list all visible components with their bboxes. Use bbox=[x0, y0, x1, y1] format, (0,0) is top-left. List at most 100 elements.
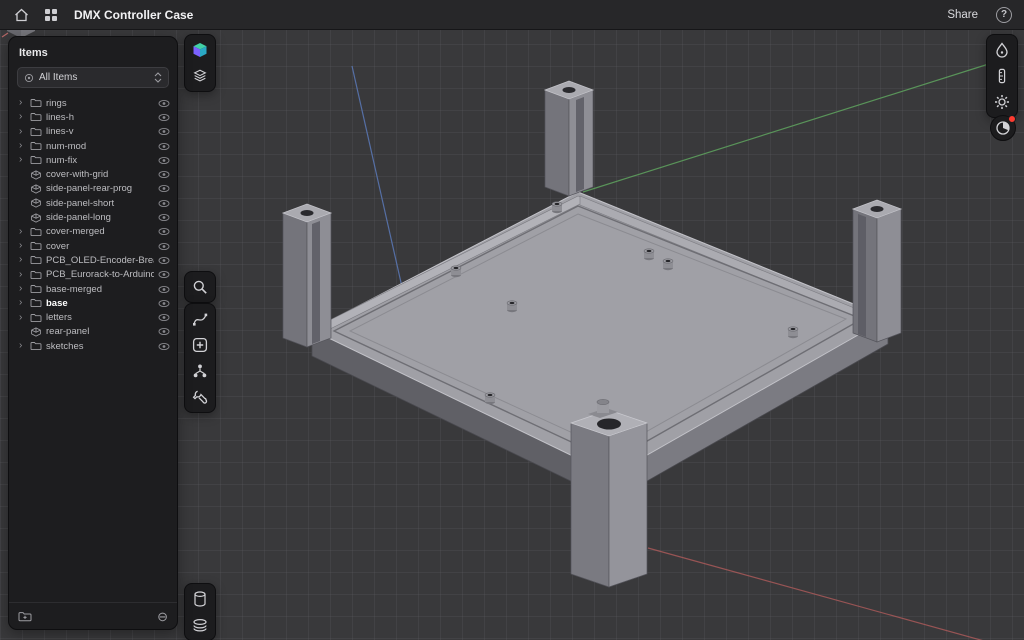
sync-status-button[interactable] bbox=[990, 115, 1016, 141]
visibility-eye-icon[interactable] bbox=[158, 313, 170, 322]
hierarchy-tool-button[interactable] bbox=[188, 359, 212, 383]
projects-button[interactable] bbox=[42, 6, 60, 24]
chevron-right-icon[interactable]: › bbox=[19, 127, 26, 137]
list-item[interactable]: › side-panel-short bbox=[9, 196, 177, 210]
visibility-eye-icon[interactable] bbox=[158, 327, 170, 336]
list-item[interactable]: › rings bbox=[9, 96, 177, 110]
adjust-tool-button[interactable] bbox=[188, 385, 212, 409]
add-tool-button[interactable] bbox=[188, 333, 212, 357]
list-item[interactable]: › letters bbox=[9, 310, 177, 324]
visibility-eye-icon[interactable] bbox=[158, 285, 170, 294]
list-item[interactable]: › rear-panel bbox=[9, 325, 177, 339]
home-button[interactable] bbox=[12, 6, 30, 24]
body-icon bbox=[30, 184, 42, 194]
chevron-right-icon[interactable]: › bbox=[19, 298, 26, 308]
item-label: sketches bbox=[46, 341, 154, 352]
list-item[interactable]: › lines-v bbox=[9, 125, 177, 139]
visibility-eye-icon[interactable] bbox=[158, 227, 170, 236]
document-title: DMX Controller Case bbox=[74, 8, 193, 22]
visibility-eye-icon[interactable] bbox=[158, 199, 170, 208]
visibility-eye-icon[interactable] bbox=[158, 170, 170, 179]
chevron-right-icon[interactable]: › bbox=[19, 313, 26, 323]
folder-icon bbox=[30, 127, 42, 137]
folder-icon bbox=[30, 270, 42, 280]
chevron-right-icon[interactable]: › bbox=[19, 112, 26, 122]
visibility-eye-icon[interactable] bbox=[158, 184, 170, 193]
list-item[interactable]: › lines-h bbox=[9, 110, 177, 124]
list-item[interactable]: › cover bbox=[9, 239, 177, 253]
bodies-display-button[interactable] bbox=[188, 587, 212, 611]
body-icon bbox=[30, 327, 42, 337]
topbar: DMX Controller Case Share ? bbox=[0, 0, 1024, 30]
orientation-cube-button[interactable] bbox=[188, 38, 212, 62]
items-panel-title: Items bbox=[9, 37, 177, 65]
list-item[interactable]: › sketches bbox=[9, 339, 177, 353]
item-label: side-panel-long bbox=[46, 212, 154, 223]
share-button[interactable]: Share bbox=[941, 7, 984, 23]
chevron-right-icon[interactable]: › bbox=[19, 227, 26, 237]
visibility-eye-icon[interactable] bbox=[158, 113, 170, 122]
list-item[interactable]: › side-panel-rear-prog bbox=[9, 182, 177, 196]
visibility-eye-icon[interactable] bbox=[158, 142, 170, 151]
folder-icon bbox=[30, 112, 42, 122]
visibility-eye-icon[interactable] bbox=[158, 242, 170, 251]
display-layers-button[interactable] bbox=[188, 64, 212, 88]
bottom-left-tools-group bbox=[184, 583, 216, 640]
collapse-all-button[interactable]: ⊖ bbox=[157, 610, 168, 623]
list-item[interactable]: › cover-merged bbox=[9, 225, 177, 239]
model-pillar-left[interactable] bbox=[283, 204, 331, 347]
chevron-right-icon[interactable]: › bbox=[19, 155, 26, 165]
list-item[interactable]: › cover-with-grid bbox=[9, 167, 177, 181]
chevron-right-icon[interactable]: › bbox=[19, 241, 26, 251]
list-item[interactable]: › base-merged bbox=[9, 282, 177, 296]
zoom-group bbox=[184, 271, 216, 303]
chevron-right-icon[interactable]: › bbox=[19, 284, 26, 294]
model-pillar-front[interactable] bbox=[571, 399, 647, 587]
home-icon bbox=[14, 8, 29, 22]
list-item[interactable]: › PCB_Eurorack-to-Arduino-… bbox=[9, 268, 177, 282]
appearance-button[interactable] bbox=[990, 38, 1014, 62]
item-label: PCB_Eurorack-to-Arduino-… bbox=[46, 269, 154, 280]
items-filter-value: All Items bbox=[39, 72, 149, 83]
visibility-eye-icon[interactable] bbox=[158, 342, 170, 351]
zoom-button[interactable] bbox=[188, 275, 212, 299]
item-label: base-merged bbox=[46, 284, 154, 295]
folder-icon bbox=[30, 227, 42, 237]
axis-y-green bbox=[583, 56, 1014, 192]
folder-icon bbox=[30, 241, 42, 251]
visibility-eye-icon[interactable] bbox=[158, 99, 170, 108]
item-label: lines-h bbox=[46, 112, 154, 123]
list-item[interactable]: › num-fix bbox=[9, 153, 177, 167]
items-filter-dropdown[interactable]: All Items bbox=[17, 67, 169, 88]
measure-button[interactable] bbox=[990, 64, 1014, 88]
folder-icon bbox=[30, 255, 42, 265]
visibility-eye-icon[interactable] bbox=[158, 127, 170, 136]
chevron-right-icon[interactable]: › bbox=[19, 255, 26, 265]
sketches-display-button[interactable] bbox=[188, 613, 212, 637]
ruler-icon bbox=[997, 68, 1007, 84]
list-item[interactable]: › num-mod bbox=[9, 139, 177, 153]
visibility-eye-icon[interactable] bbox=[158, 299, 170, 308]
visibility-eye-icon[interactable] bbox=[158, 156, 170, 165]
folder-icon bbox=[30, 313, 42, 323]
chevron-right-icon[interactable]: › bbox=[19, 141, 26, 151]
folder-icon bbox=[30, 141, 42, 151]
list-item[interactable]: › side-panel-long bbox=[9, 210, 177, 224]
model-pillar-rear[interactable] bbox=[545, 81, 593, 196]
settings-button[interactable] bbox=[990, 90, 1014, 114]
visibility-eye-icon[interactable] bbox=[158, 213, 170, 222]
chevron-right-icon[interactable]: › bbox=[19, 270, 26, 280]
new-folder-button[interactable] bbox=[18, 611, 32, 622]
list-item[interactable]: › PCB_OLED-Encoder-Breako… bbox=[9, 253, 177, 267]
model-pillar-right[interactable] bbox=[853, 200, 901, 342]
visibility-eye-icon[interactable] bbox=[158, 270, 170, 279]
chevron-right-icon[interactable]: › bbox=[19, 341, 26, 351]
usage-pie-icon bbox=[995, 120, 1011, 136]
chevron-right-icon[interactable]: › bbox=[19, 98, 26, 108]
list-item[interactable]: › base bbox=[9, 296, 177, 310]
item-label: base bbox=[46, 298, 154, 309]
spline-tool-button[interactable] bbox=[188, 307, 212, 331]
help-button[interactable]: ? bbox=[996, 7, 1012, 23]
visibility-eye-icon[interactable] bbox=[158, 256, 170, 265]
items-panel: Items All Items › rings › lines-h › line… bbox=[8, 36, 178, 630]
